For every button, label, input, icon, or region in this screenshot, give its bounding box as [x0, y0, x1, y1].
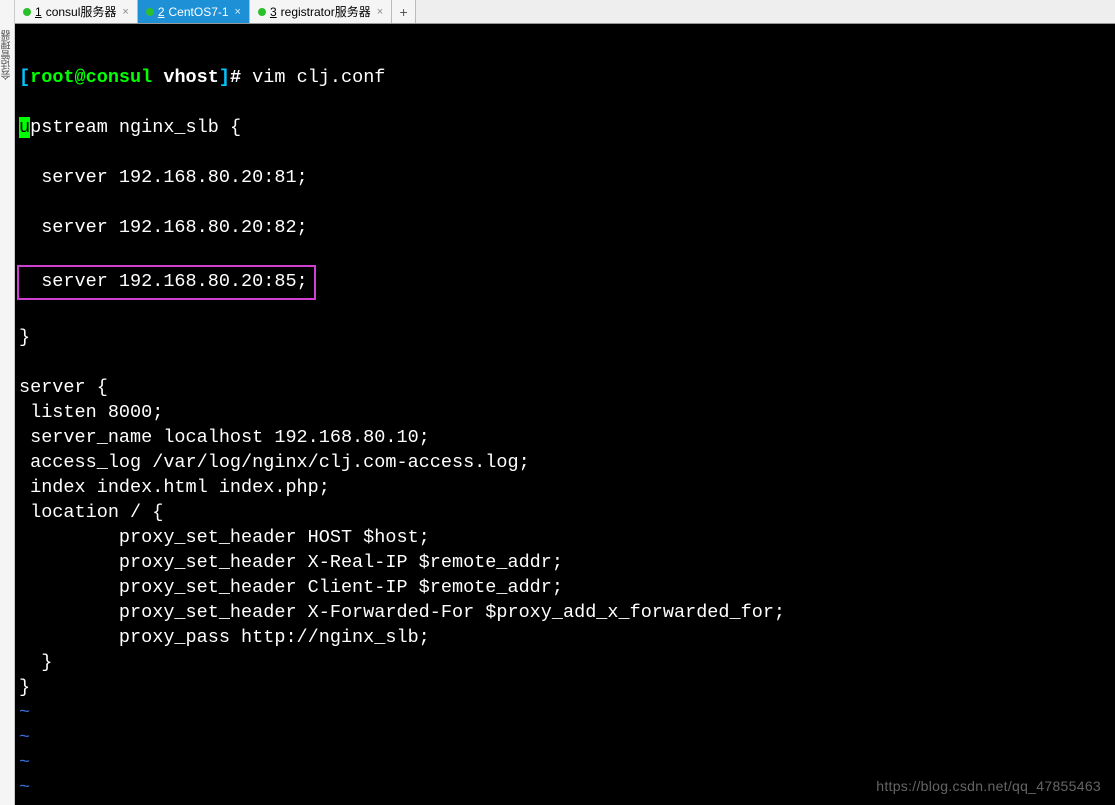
terminal[interactable]: [root@consul vhost]# vim clj.conf upstre… [15, 24, 1115, 805]
code-line-listen: listen 8000; [19, 402, 163, 423]
plus-icon: + [400, 4, 408, 20]
code-line-header-realip: proxy_set_header X-Real-IP $remote_addr; [19, 552, 563, 573]
vim-tilde: ~ [19, 752, 30, 773]
code-line-header-xff: proxy_set_header X-Forwarded-For $proxy_… [19, 602, 785, 623]
code-line-header-host: proxy_set_header HOST $host; [19, 527, 430, 548]
tab-label: CentOS7-1 [169, 5, 229, 19]
prompt-bracket: [ [19, 67, 30, 88]
code-line-header-clientip: proxy_set_header Client-IP $remote_addr; [19, 577, 563, 598]
main-area: 1 consul服务器 × 2 CentOS7-1 × 3 registrato… [15, 0, 1115, 805]
code-line-server-name: server_name localhost 192.168.80.10; [19, 427, 430, 448]
add-tab-button[interactable]: + [392, 0, 416, 23]
close-icon[interactable]: × [377, 6, 383, 18]
tab-registrator[interactable]: 3 registrator服务器 × [250, 0, 392, 23]
tab-num: 2 [158, 5, 165, 19]
tab-consul[interactable]: 1 consul服务器 × [15, 0, 138, 23]
status-dot-icon [258, 8, 266, 16]
tab-centos7-1[interactable]: 2 CentOS7-1 × [138, 0, 250, 23]
status-dot-icon [23, 8, 31, 16]
highlighted-server-line: server 192.168.80.20:85; [17, 265, 316, 300]
prompt-user-host: root@consul [30, 67, 152, 88]
close-icon[interactable]: × [122, 6, 128, 18]
vim-tilde: ~ [19, 727, 30, 748]
code-line-location: location / { [19, 502, 163, 523]
code-line-proxy-pass: proxy_pass http://nginx_slb; [19, 627, 430, 648]
code-line-index: index index.html index.php; [19, 477, 330, 498]
tab-label: registrator服务器 [281, 3, 371, 20]
tab-num: 3 [270, 5, 277, 19]
status-dot-icon [146, 8, 154, 16]
tab-bar: 1 consul服务器 × 2 CentOS7-1 × 3 registrato… [15, 0, 1115, 24]
tab-num: 1 [35, 5, 42, 19]
code-line-server1: server 192.168.80.20:81; [19, 167, 308, 188]
code-line-location-close: } [19, 652, 52, 673]
code-line-server3: server 192.168.80.20:85; [19, 271, 308, 292]
watermark: https://blog.csdn.net/qq_47855463 [876, 774, 1101, 799]
sidebar-label: 会话管理器 [0, 30, 15, 80]
tab-label: consul服务器 [46, 3, 117, 20]
code-line-upstream: pstream nginx_slb { [30, 117, 241, 138]
prompt-hash: # [230, 67, 241, 88]
session-manager-sidebar[interactable]: 会话管理器 [0, 0, 15, 805]
code-line-close-brace: } [19, 327, 30, 348]
prompt-path: vhost [152, 67, 219, 88]
code-line-server-open: server { [19, 377, 108, 398]
prompt-bracket: ] [219, 67, 230, 88]
vim-tilde: ~ [19, 702, 30, 723]
close-icon[interactable]: × [235, 6, 241, 18]
vim-tilde: ~ [19, 777, 30, 798]
prompt-command: vim clj.conf [241, 67, 385, 88]
code-line-access-log: access_log /var/log/nginx/clj.com-access… [19, 452, 530, 473]
vim-cursor: u [19, 117, 30, 138]
code-line-close-brace: } [19, 677, 30, 698]
code-line-server2: server 192.168.80.20:82; [19, 217, 308, 238]
